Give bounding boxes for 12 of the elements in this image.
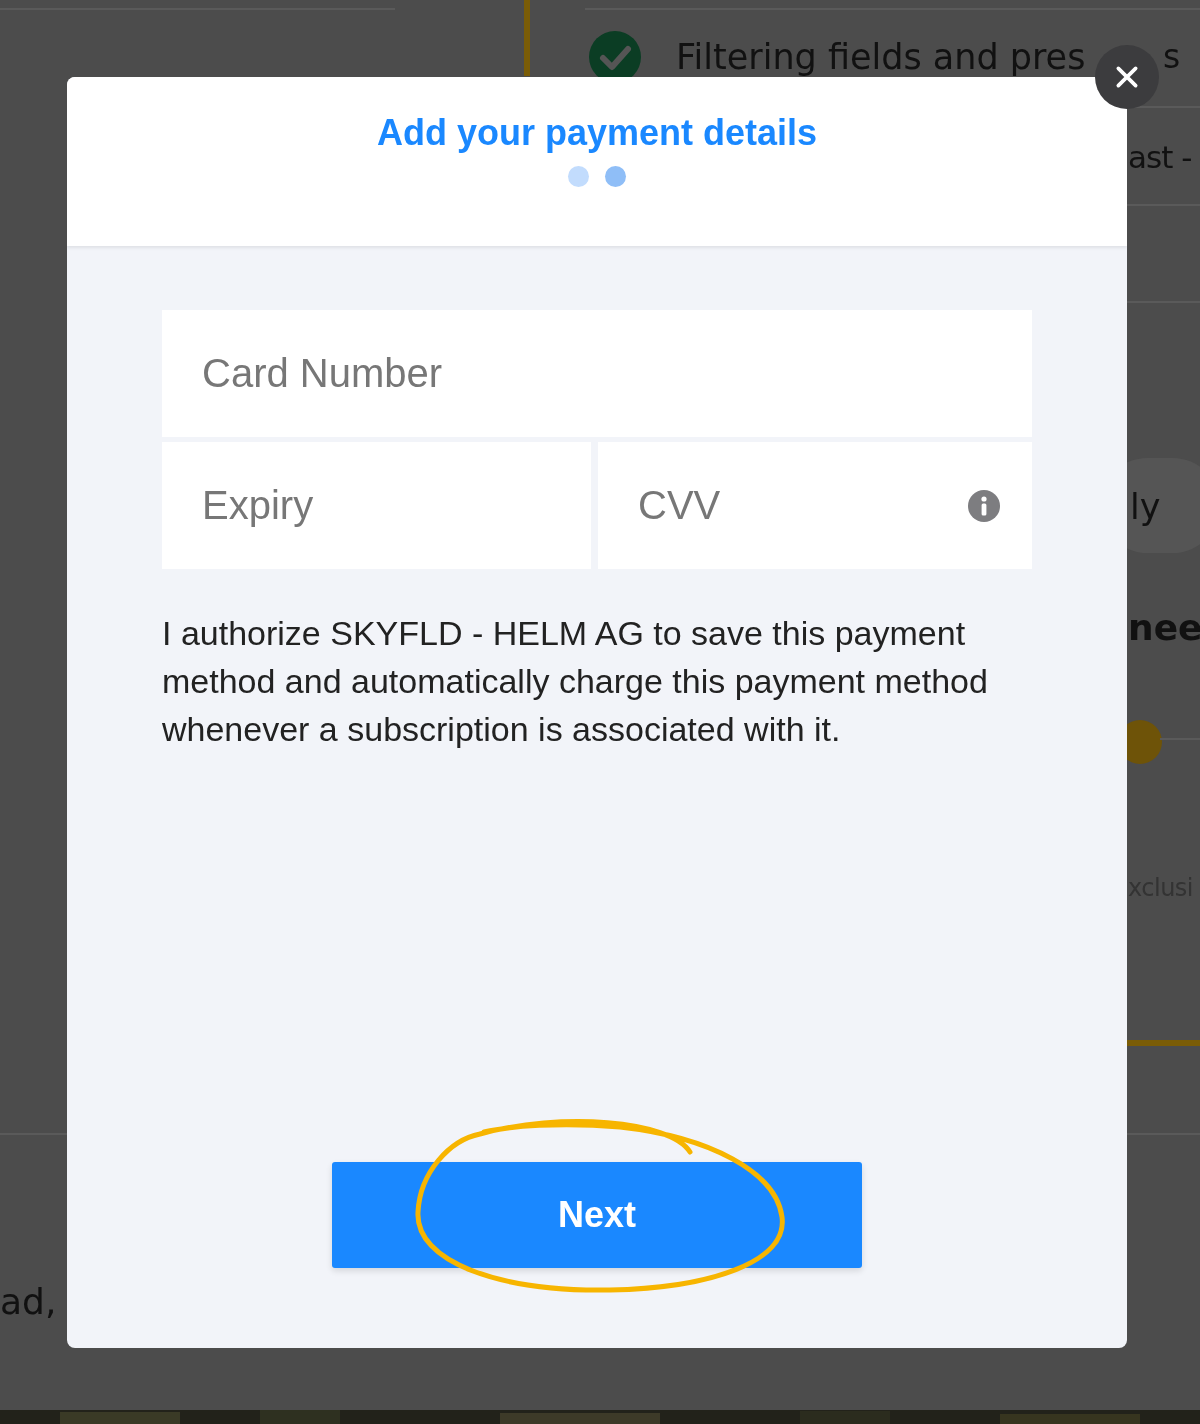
checklist-text: s <box>1163 40 1181 73</box>
info-icon[interactable] <box>968 490 1000 522</box>
background-text: ad, <box>0 1284 57 1320</box>
consent-text: I authorize SKYFLD - HELM AG to save this payment method and automatically charge this payment method whenever a subscription is associated with it. <box>162 613 989 750</box>
checklist-text: Filtering fields and pres <box>676 40 1086 75</box>
card-number-field[interactable]: Card Number <box>162 310 1032 437</box>
expiry-field[interactable]: Expiry <box>162 442 591 569</box>
next-button[interactable]: Next <box>332 1162 862 1268</box>
close-icon <box>1114 64 1140 90</box>
dialog-title: Add your payment details <box>376 112 818 154</box>
cvv-field[interactable]: CVV <box>598 442 1032 569</box>
background-text: ast - <box>1128 142 1192 173</box>
